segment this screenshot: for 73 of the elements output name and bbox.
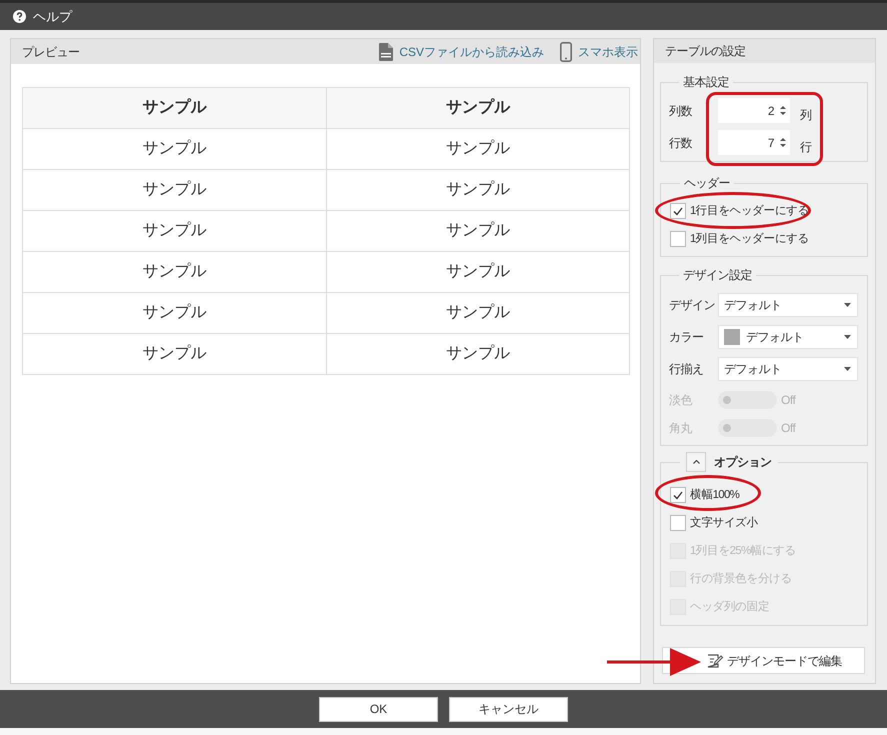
panel-title: テーブルの設定 <box>665 43 746 60</box>
checkbox-label: 文字サイズ小 <box>690 515 758 531</box>
unit-label: 行 <box>800 138 812 156</box>
checkbox[interactable] <box>670 203 686 219</box>
input-value: 2 <box>768 102 774 120</box>
checkbox-label: ヘッダ列の固定 <box>690 600 770 615</box>
window-title: ヘルプ <box>33 8 72 26</box>
toggle-knob-icon <box>723 396 731 404</box>
check-icon <box>673 490 683 500</box>
check-icon <box>673 206 683 216</box>
select-field[interactable]: デフォルト <box>718 357 858 381</box>
field-label: 角丸 <box>669 420 694 437</box>
table-cell: サンプル <box>22 252 326 292</box>
checkbox[interactable] <box>670 515 686 531</box>
group-title: デザイン設定 <box>682 267 753 283</box>
select-value: デフォルト <box>724 297 782 314</box>
file-icon <box>379 42 394 60</box>
select-value: デフォルト <box>746 329 804 346</box>
edit-icon <box>707 654 723 668</box>
unit-label: 列 <box>800 106 812 124</box>
checkbox-label: 1列目を25%幅にする <box>690 544 796 559</box>
toolbar-link[interactable]: CSVファイルから読み込み <box>379 42 544 60</box>
table-cell: サンプル <box>326 334 630 374</box>
checkbox-label: 1行目をヘッダーにする <box>690 204 809 219</box>
help-icon <box>13 10 26 23</box>
dialog-button[interactable]: OK <box>319 696 438 722</box>
table-header-cell: サンプル <box>326 88 630 128</box>
spinner-icon <box>780 105 786 116</box>
number-input[interactable]: 2 <box>718 98 790 123</box>
table-cell: サンプル <box>22 128 326 170</box>
table-cell: サンプル <box>22 292 326 334</box>
field-label: デザイン <box>669 297 716 314</box>
table-cell: サンプル <box>326 128 630 170</box>
input-value: 7 <box>768 134 774 152</box>
table-cell: サンプル <box>326 252 630 292</box>
checkbox[interactable] <box>670 487 686 503</box>
group-title: 基本設定 <box>682 74 730 90</box>
table-cell: サンプル <box>22 334 326 374</box>
checkbox[interactable] <box>670 231 686 247</box>
select-field[interactable]: デフォルト <box>718 293 858 317</box>
toggle-knob-icon <box>723 424 731 432</box>
field-label: カラー <box>669 329 704 346</box>
field-label: 列数 <box>669 102 693 120</box>
number-input[interactable]: 7 <box>718 130 790 155</box>
select-field[interactable]: デフォルト <box>718 325 858 349</box>
caret-down-icon <box>844 303 851 307</box>
panel-title: プレビュー <box>22 44 80 60</box>
field-label: 行数 <box>669 134 693 152</box>
spinner-icon <box>780 137 786 148</box>
checkbox-label: 行の背景色を分ける <box>690 572 792 587</box>
checkbox-label: 横幅100% <box>690 488 740 503</box>
group-title: オプション <box>714 454 772 471</box>
field-label: 行揃え <box>669 361 704 378</box>
table-cell: サンプル <box>22 210 326 252</box>
edit-button[interactable]: デザインモードで編集 <box>662 647 865 674</box>
table-cell: サンプル <box>326 210 630 252</box>
caret-down-icon <box>844 367 851 371</box>
select-value: デフォルト <box>724 361 782 378</box>
smartphone-icon <box>560 42 572 62</box>
table-cell: サンプル <box>326 170 630 210</box>
group-title: ヘッダー <box>683 175 731 191</box>
collapse-button[interactable] <box>686 452 706 472</box>
toggle-state: Off <box>781 392 796 409</box>
toolbar-link[interactable]: スマホ表示 <box>560 42 638 62</box>
dialog-button[interactable]: キャンセル <box>449 696 568 722</box>
table-cell: サンプル <box>22 170 326 210</box>
checkbox-label: 1列目をヘッダーにする <box>690 232 809 247</box>
toggle-state: Off <box>781 420 796 437</box>
caret-up-icon <box>692 460 700 464</box>
caret-down-icon <box>844 335 851 339</box>
table-header-cell: サンプル <box>22 88 326 128</box>
field-label: 淡色 <box>669 392 694 409</box>
table-cell: サンプル <box>326 292 630 334</box>
